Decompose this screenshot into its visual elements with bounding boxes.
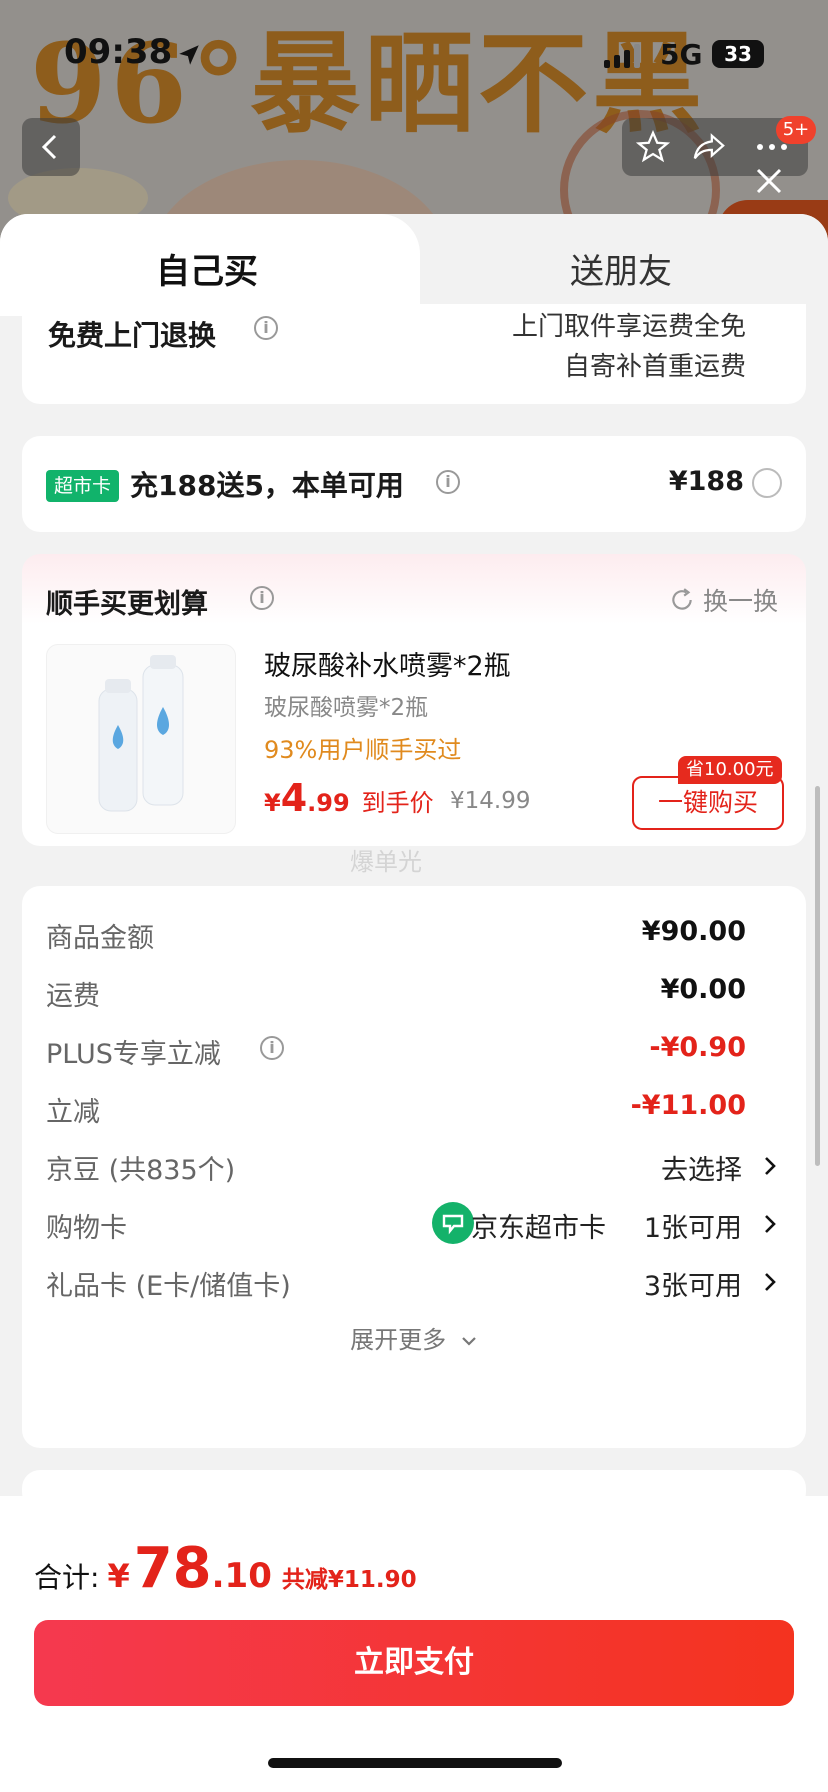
row-value: -¥0.90: [649, 1032, 746, 1063]
checkout-footer: 合计: ¥ 78 .10 共减¥11.90 立即支付: [0, 1496, 828, 1792]
row-value: 去选择: [661, 1155, 742, 1186]
info-icon[interactable]: i: [436, 470, 460, 494]
info-icon[interactable]: i: [260, 1036, 284, 1060]
chevron-left-icon: [41, 134, 57, 160]
supermarket-card-text: 充188送5，本单可用: [130, 469, 404, 502]
bought-hint: 93%用户顺手买过: [264, 736, 462, 764]
expand-more-button[interactable]: 展开更多: [22, 1320, 806, 1355]
price-decimal: .99: [307, 789, 350, 817]
total-savings: 共减¥11.90: [281, 1567, 417, 1593]
tab-gift-label: 送朋友: [570, 252, 672, 292]
tab-self-buy[interactable]: 自己买: [0, 214, 450, 316]
network-type: 5G: [660, 38, 703, 71]
price-symbol: ¥: [264, 789, 281, 817]
return-service-line2: 自寄补首重运费: [563, 352, 746, 382]
row-value: -¥11.00: [630, 1090, 746, 1121]
supermarket-card-offer[interactable]: 超市卡 充188送5，本单可用 i ¥188: [22, 436, 806, 532]
summary-row-gift-card[interactable]: 礼品卡 (E卡/储值卡) 3张可用: [46, 1260, 782, 1304]
product-name[interactable]: 玻尿酸补水喷雾*2瓶: [264, 644, 511, 683]
product-image[interactable]: [46, 644, 236, 834]
order-total: 合计: ¥ 78 .10 共减¥11.90: [34, 1536, 417, 1601]
battery-icon: 33: [712, 40, 764, 68]
home-indicator[interactable]: [268, 1758, 562, 1768]
chevron-right-icon: [765, 1273, 776, 1291]
summary-row-shipping: 运费 ¥0.00: [46, 970, 782, 1014]
summary-row-shopping-card[interactable]: 购物卡 京东超市卡 1张可用: [46, 1202, 782, 1246]
return-service-line1: 上门取件享运费全免: [511, 312, 746, 342]
pay-now-button[interactable]: 立即支付: [34, 1620, 794, 1706]
summary-row-plus-discount: PLUS专享立减 i -¥0.90: [46, 1028, 782, 1072]
summary-row-jd-beans[interactable]: 京豆 (共835个) 去选择: [46, 1144, 782, 1188]
original-price: ¥14.99: [450, 788, 531, 814]
row-value: 3张可用: [643, 1271, 742, 1302]
row-label: 立减: [46, 1097, 100, 1128]
row-label: 京豆 (共835个): [46, 1155, 236, 1186]
supermarket-card-price: ¥188: [668, 466, 744, 497]
expand-label: 展开更多: [350, 1326, 447, 1354]
row-value: ¥90.00: [641, 916, 746, 947]
row-label: 商品金额: [46, 923, 154, 954]
purchase-tabs: 自己买 送朋友: [0, 214, 828, 316]
chevron-down-icon: [462, 1337, 476, 1346]
status-time: 09:38: [64, 32, 173, 72]
row-label: 运费: [46, 981, 100, 1012]
supermarket-card-icon: [432, 1202, 474, 1244]
info-icon[interactable]: i: [250, 586, 274, 610]
product-price: ¥ 4 .99 到手价: [264, 776, 434, 820]
supermarket-card-tag: 超市卡: [46, 470, 120, 502]
row-label: PLUS专享立减: [46, 1039, 221, 1070]
scrollbar[interactable]: [815, 786, 820, 1166]
refresh-icon: [672, 588, 692, 610]
signal-icon: [604, 44, 640, 68]
total-decimal: .10: [211, 1556, 272, 1596]
summary-row-goods: 商品金额 ¥90.00: [46, 912, 782, 956]
info-icon[interactable]: i: [254, 316, 278, 340]
row-label: 礼品卡 (E卡/储值卡): [46, 1271, 291, 1302]
chevron-right-icon: [765, 1215, 776, 1233]
save-tag: 省10.00元: [678, 756, 782, 784]
row-label: 购物卡: [46, 1213, 127, 1244]
swap-label: 换一换: [702, 587, 778, 616]
status-bar: 09:38 5G 33: [0, 0, 828, 100]
price-integer: 4: [280, 776, 308, 820]
total-symbol: ¥: [107, 1557, 130, 1595]
location-arrow-icon: [179, 45, 199, 65]
product-spec: 玻尿酸喷雾*2瓶: [264, 695, 429, 721]
tab-gift-friend[interactable]: 送朋友: [420, 214, 828, 316]
cart-badge: 5+: [776, 116, 816, 144]
back-button[interactable]: [22, 118, 80, 176]
total-label: 合计:: [34, 1561, 100, 1594]
total-integer: 78: [133, 1536, 212, 1601]
return-service-title: 免费上门退换: [48, 319, 217, 352]
summary-row-discount: 立减 -¥11.00: [46, 1086, 782, 1130]
share-icon[interactable]: [692, 130, 726, 164]
return-service-card: 免费上门退换 i 上门取件享运费全免 自寄补首重运费: [22, 304, 806, 404]
row-value: ¥0.00: [660, 974, 746, 1005]
watermark: 爆单光: [350, 848, 422, 876]
row-value: 1张可用: [643, 1213, 742, 1244]
addon-card: 顺手买更划算 i 换一换 玻尿酸补水喷雾*2瓶 玻尿酸喷雾*2瓶 93%用户顺手…: [22, 554, 806, 846]
chevron-right-icon: [765, 1157, 776, 1175]
price-summary-card: 商品金额 ¥90.00 运费 ¥0.00 PLUS专享立减 i -¥0.90 立…: [22, 886, 806, 1448]
price-label: 到手价: [361, 789, 434, 817]
addon-title: 顺手买更划算: [46, 589, 208, 620]
close-icon[interactable]: [752, 164, 786, 198]
one-click-buy-button[interactable]: 一键购买: [632, 776, 784, 830]
spray-bottles-image: [98, 655, 184, 812]
swap-button[interactable]: 换一换: [669, 582, 778, 618]
tab-self-label: 自己买: [156, 252, 258, 292]
supermarket-card-radio[interactable]: [752, 468, 782, 498]
card-name: 京东超市卡: [471, 1213, 606, 1244]
star-icon[interactable]: [636, 130, 670, 164]
